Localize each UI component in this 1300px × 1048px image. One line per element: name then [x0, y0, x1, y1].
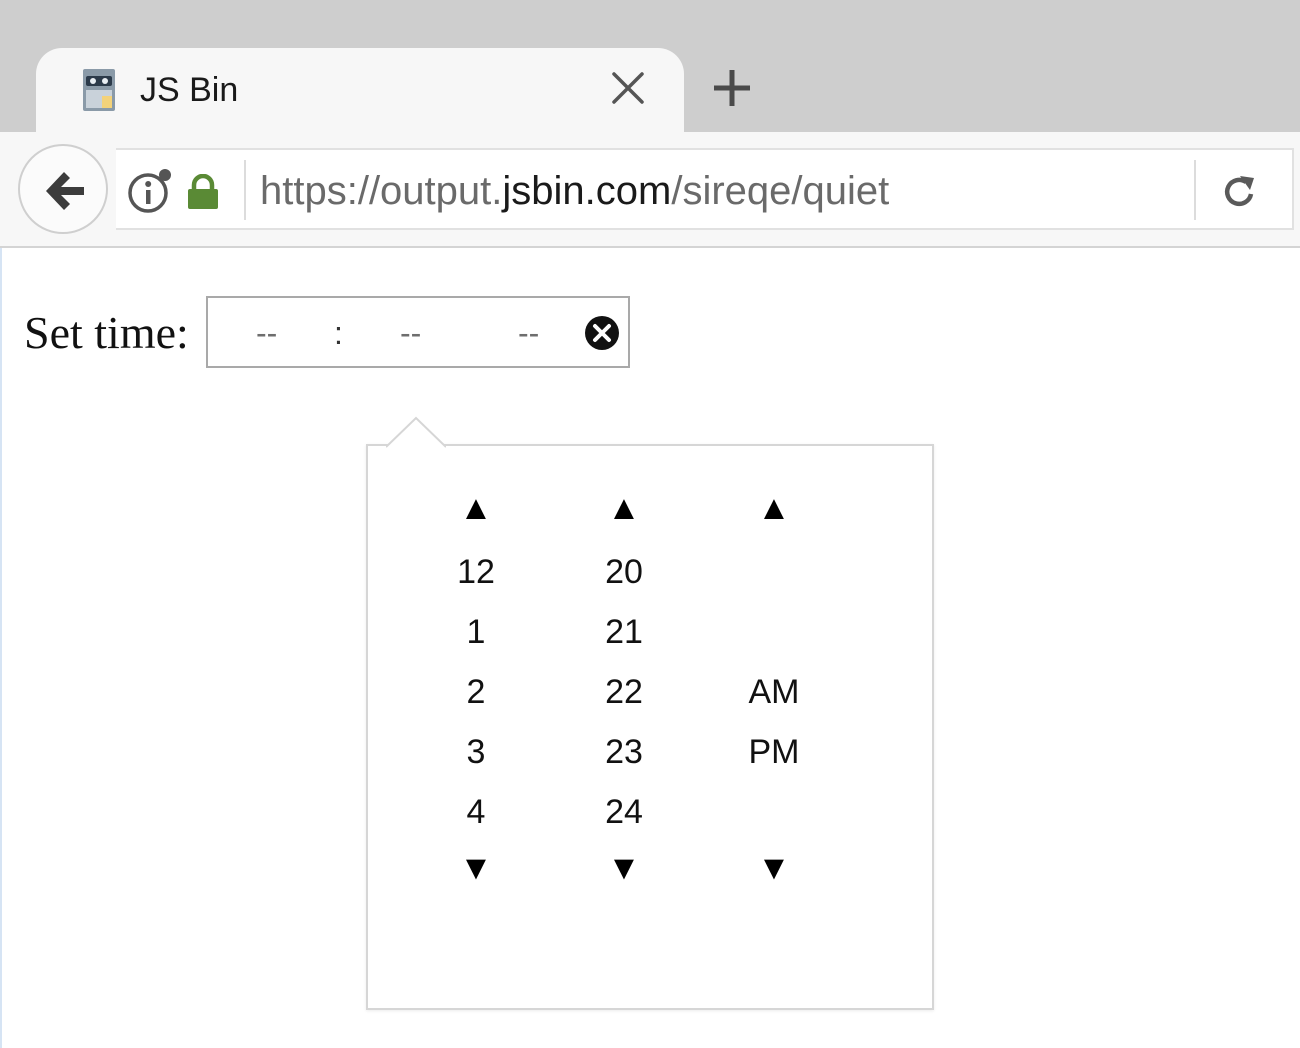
hours-up-arrow-icon[interactable]: ▲: [416, 488, 536, 528]
minutes-up-arrow-icon[interactable]: ▲: [564, 488, 684, 528]
minute-option[interactable]: 24: [564, 792, 684, 832]
ampm-column: ▲ AM PM ▼: [714, 446, 834, 1006]
tab-title: JS Bin: [140, 71, 239, 109]
url-prefix: https://output.: [260, 169, 503, 213]
minute-option[interactable]: 22: [564, 672, 684, 712]
ampm-segment[interactable]: --: [518, 316, 539, 350]
browser-window: JS Bin https://output.jsbin.com/sireqe/q…: [0, 0, 1300, 1048]
clear-icon[interactable]: [584, 315, 620, 351]
time-input[interactable]: -- : -- --: [206, 296, 630, 368]
hour-option[interactable]: 12: [416, 552, 536, 592]
tab-jsbin[interactable]: JS Bin: [36, 48, 684, 132]
hour-option[interactable]: 2: [416, 672, 536, 712]
url-domain: jsbin.com: [502, 169, 672, 213]
url-text[interactable]: https://output.jsbin.com/sireqe/quiet: [260, 168, 889, 214]
new-tab-icon[interactable]: [710, 66, 754, 110]
close-tab-icon[interactable]: [610, 70, 646, 106]
url-separator: [244, 160, 246, 220]
ampm-down-arrow-icon[interactable]: ▼: [714, 848, 834, 888]
minute-option[interactable]: 20: [564, 552, 684, 592]
ampm-up-arrow-icon[interactable]: ▲: [714, 488, 834, 528]
jsbin-favicon-icon: [83, 69, 115, 111]
hours-down-arrow-icon[interactable]: ▼: [416, 848, 536, 888]
minute-segment[interactable]: --: [400, 316, 421, 350]
reload-separator: [1194, 160, 1196, 220]
ampm-option-am[interactable]: AM: [714, 672, 834, 712]
hours-column: ▲ 12 1 2 3 4 ▼: [416, 446, 536, 1006]
hour-option[interactable]: 4: [416, 792, 536, 832]
ampm-option-pm[interactable]: PM: [714, 732, 834, 772]
hour-option[interactable]: 1: [416, 612, 536, 652]
time-picker-popup: ▲ 12 1 2 3 4 ▼ ▲ 20 21 22 23 24 ▼ ▲ AM P…: [366, 416, 934, 1010]
back-arrow-icon: [46, 172, 84, 210]
minute-option[interactable]: 23: [564, 732, 684, 772]
url-path: /sireqe/quiet: [671, 169, 890, 213]
minutes-down-arrow-icon[interactable]: ▼: [564, 848, 684, 888]
time-separator: :: [334, 315, 343, 351]
address-bar[interactable]: https://output.jsbin.com/sireqe/quiet: [116, 148, 1294, 230]
popup-pointer: [386, 416, 446, 448]
set-time-label: Set time:: [24, 307, 189, 358]
hour-segment[interactable]: --: [256, 316, 277, 350]
site-info-icon[interactable]: [126, 168, 174, 214]
minute-option[interactable]: 21: [564, 612, 684, 652]
back-button[interactable]: [18, 144, 108, 234]
navigation-toolbar: https://output.jsbin.com/sireqe/quiet: [0, 132, 1300, 248]
tab-strip: JS Bin: [0, 0, 1300, 132]
lock-icon: [188, 174, 218, 209]
minutes-column: ▲ 20 21 22 23 24 ▼: [564, 446, 684, 1006]
hour-option[interactable]: 3: [416, 732, 536, 772]
reload-icon[interactable]: [1220, 172, 1260, 212]
page-edge: [0, 248, 2, 1048]
page-content: Set time: -- : -- -- ▲ 12 1 2 3 4 ▼ ▲ 20…: [0, 248, 1300, 1048]
